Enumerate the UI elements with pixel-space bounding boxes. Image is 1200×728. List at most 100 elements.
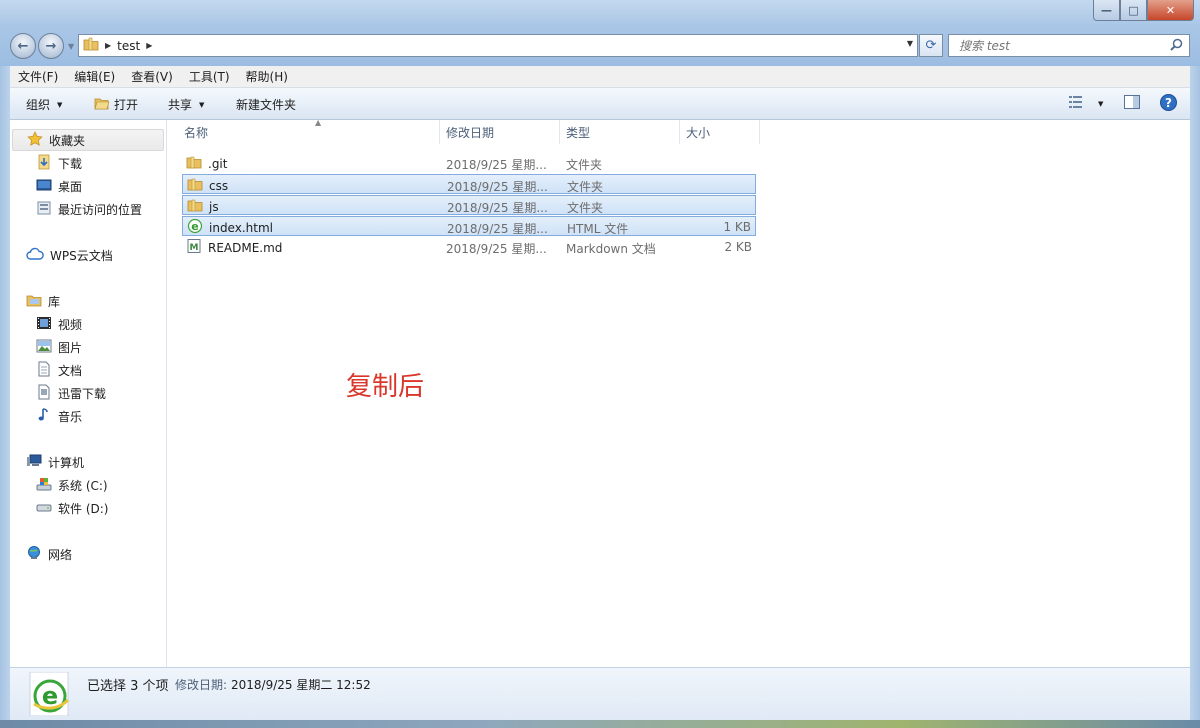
file-list-view: 名称 ▲ 修改日期 类型 大小 .git 2018/9/25 星期... 文件夹 [167, 118, 1190, 667]
command-bar: 组织 ▼ 打开 共享 ▼ 新建文件夹 ▼ ? [10, 88, 1190, 120]
nav-libraries[interactable]: 库 [26, 291, 60, 311]
menu-bar: 文件(F) 编辑(E) 查看(V) 工具(T) 帮助(H) [10, 66, 1190, 88]
file-row[interactable]: .git 2018/9/25 星期... 文件夹 [182, 153, 756, 173]
nav-recent[interactable]: 最近访问的位置 [36, 199, 142, 219]
search-input[interactable] [957, 37, 1171, 54]
file-row[interactable]: css 2018/9/25 星期... 文件夹 [182, 174, 756, 194]
selection-count: 已选择 3 个项 [87, 679, 169, 694]
maximize-button[interactable]: □ [1120, 0, 1147, 21]
column-label: 类型 [566, 125, 591, 140]
file-date: 2018/9/25 星期... [446, 158, 547, 172]
search-icon[interactable] [1170, 38, 1183, 54]
sort-ascending-icon: ▲ [315, 118, 322, 127]
file-date: 2018/9/25 星期... [447, 222, 548, 236]
menu-edit[interactable]: 编辑(E) [66, 68, 123, 85]
nav-label: 最近访问的位置 [58, 202, 143, 217]
nav-label: 图片 [58, 340, 83, 355]
nav-downloads[interactable]: 下载 [36, 153, 82, 173]
folder-icon [186, 154, 202, 173]
nav-label: 计算机 [48, 455, 85, 470]
preview-pane-icon [1124, 95, 1140, 112]
nav-drive-d[interactable]: 软件 (D:) [36, 498, 108, 518]
file-name: .git [208, 156, 228, 171]
file-type: 文件夹 [567, 201, 604, 215]
downloads-folder-icon [36, 154, 52, 173]
back-button[interactable]: ← [10, 33, 36, 59]
folder-icon [187, 176, 203, 195]
system-drive-icon [36, 476, 52, 495]
nav-computer[interactable]: 计算机 [26, 452, 84, 472]
file-size: 2 KB [724, 240, 752, 254]
nav-pictures[interactable]: 图片 [36, 337, 82, 357]
navigation-pane: 收藏夹 下载 桌面 最近访问的位置 WPS云文档 库 视频 图片 文档 迅雷下载… [10, 120, 167, 667]
nav-label: 下载 [58, 156, 83, 171]
close-button[interactable]: ✕ [1147, 0, 1194, 21]
open-button[interactable]: 打开 [94, 96, 138, 113]
modified-date-label: 修改日期: [175, 678, 228, 692]
nav-xunlei-downloads[interactable]: 迅雷下载 [36, 383, 106, 403]
xunlei-folder-icon [36, 384, 52, 403]
menu-file[interactable]: 文件(F) [10, 68, 66, 85]
breadcrumb-separator-icon[interactable]: ▶ [105, 41, 111, 50]
network-icon [26, 545, 42, 564]
nav-videos[interactable]: 视频 [36, 314, 82, 334]
column-header-size[interactable]: 大小 [680, 120, 760, 144]
column-label: 修改日期 [446, 125, 495, 140]
column-header-name[interactable]: 名称 ▲ [178, 118, 440, 144]
minimize-button[interactable]: — [1093, 0, 1120, 21]
share-label: 共享 [168, 98, 193, 112]
markdown-file-icon: M [186, 238, 202, 257]
picture-icon [36, 338, 52, 357]
explorer-window: — □ ✕ ← → ▼ ▶ test ▶ ▼ ⟳ 文件(F) 编辑(E) 查看(… [0, 0, 1200, 728]
file-row[interactable]: js 2018/9/25 星期... 文件夹 [182, 195, 756, 215]
address-bar[interactable]: ▶ test ▶ ▼ [78, 34, 918, 57]
menu-help[interactable]: 帮助(H) [238, 68, 296, 85]
html-file-large-icon: e [28, 671, 72, 719]
file-type: 文件夹 [566, 158, 603, 172]
file-type: HTML 文件 [567, 222, 629, 236]
breadcrumb-test[interactable]: test [117, 39, 140, 53]
file-size: 1 KB [723, 220, 751, 234]
nav-favorites[interactable]: 收藏夹 [12, 129, 164, 151]
help-button[interactable]: ? [1160, 94, 1177, 114]
nav-music[interactable]: 音乐 [36, 406, 82, 426]
new-folder-label: 新建文件夹 [236, 98, 297, 112]
refresh-button[interactable]: ⟳ [919, 34, 943, 57]
window-frame-right [1190, 66, 1200, 720]
help-icon: ? [1160, 94, 1177, 114]
file-date: 2018/9/25 星期... [446, 242, 547, 256]
share-button[interactable]: 共享 ▼ [168, 96, 204, 113]
cloud-icon [26, 247, 44, 264]
nav-desktop[interactable]: 桌面 [36, 176, 82, 196]
nav-label: 网络 [48, 547, 73, 562]
star-icon [27, 130, 43, 150]
music-note-icon [36, 407, 52, 426]
search-box[interactable] [948, 34, 1190, 57]
file-name: README.md [208, 240, 283, 255]
chevron-down-icon: ▼ [199, 100, 205, 109]
refresh-icon: ⟳ [925, 38, 937, 53]
hard-drive-icon [36, 499, 52, 518]
nav-network[interactable]: 网络 [26, 544, 72, 564]
new-folder-button[interactable]: 新建文件夹 [236, 96, 296, 113]
recent-pages-dropdown[interactable]: ▼ [68, 42, 74, 51]
column-header-type[interactable]: 类型 [560, 120, 680, 144]
address-history-dropdown[interactable]: ▼ [907, 39, 913, 48]
forward-button[interactable]: → [38, 33, 64, 59]
organize-button[interactable]: 组织 ▼ [26, 96, 62, 113]
file-row[interactable]: e index.html 2018/9/25 星期... HTML 文件 1 K… [182, 216, 756, 236]
change-view-button[interactable]: ▼ [1068, 95, 1103, 112]
file-name: css [209, 178, 229, 193]
title-bar: — □ ✕ ← → ▼ ▶ test ▶ ▼ ⟳ [0, 0, 1200, 67]
preview-pane-button[interactable] [1124, 95, 1140, 112]
breadcrumb-separator-icon[interactable]: ▶ [146, 41, 152, 50]
forward-arrow-icon: → [45, 38, 57, 54]
open-label: 打开 [114, 98, 139, 112]
nav-wps-cloud[interactable]: WPS云文档 [26, 245, 113, 265]
menu-view[interactable]: 查看(V) [123, 68, 181, 85]
nav-documents[interactable]: 文档 [36, 360, 82, 380]
nav-drive-c[interactable]: 系统 (C:) [36, 475, 108, 495]
menu-tools[interactable]: 工具(T) [181, 68, 238, 85]
file-row[interactable]: M README.md 2018/9/25 星期... Markdown 文档 … [182, 237, 756, 257]
column-header-date[interactable]: 修改日期 [440, 120, 560, 144]
